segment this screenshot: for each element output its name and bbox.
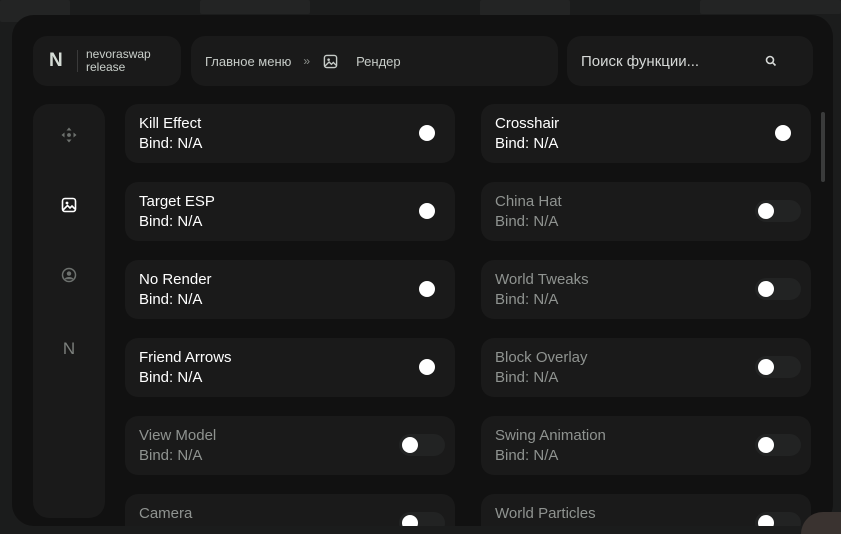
module-bind[interactable]: Bind: N/A <box>139 135 202 152</box>
module-name: Target ESP <box>139 193 215 210</box>
module-toggle[interactable] <box>395 200 441 222</box>
module-bind[interactable]: Bind: N/A <box>495 291 558 308</box>
module-card[interactable]: World Particles Bind: N/A <box>481 494 811 526</box>
module-toggle[interactable] <box>755 434 801 456</box>
search-box <box>567 36 813 86</box>
toggle-knob <box>419 203 435 219</box>
module-name: Camera <box>139 505 193 522</box>
logo-box: N nevoraswap release <box>33 36 181 86</box>
sidebar-item-player[interactable] <box>53 261 85 293</box>
breadcrumb: Главное меню » Рендер <box>191 36 558 86</box>
module-toggle[interactable] <box>755 278 801 300</box>
sidebar-item-render[interactable] <box>53 191 85 223</box>
module-card[interactable]: China Hat Bind: N/A <box>481 182 811 241</box>
module-bind[interactable]: Bind: N/A <box>495 369 558 386</box>
module-bind[interactable]: Bind: N/A <box>495 447 558 464</box>
sidebar-item-other[interactable]: N <box>53 333 85 365</box>
module-card[interactable]: Camera Bind: N/A <box>125 494 455 526</box>
toggle-knob <box>419 281 435 297</box>
module-toggle[interactable] <box>395 356 441 378</box>
toggle-knob <box>775 125 791 141</box>
background-tile <box>200 0 310 14</box>
module-toggle[interactable] <box>399 512 445 526</box>
module-name: Friend Arrows <box>139 349 232 366</box>
toggle-knob <box>419 125 435 141</box>
module-card[interactable]: Crosshair Bind: N/A <box>481 104 811 163</box>
breadcrumb-home[interactable]: Главное меню <box>205 54 291 69</box>
module-card[interactable]: Friend Arrows Bind: N/A <box>125 338 455 397</box>
module-name: View Model <box>139 427 217 444</box>
module-card[interactable]: Swing Animation Bind: N/A <box>481 416 811 475</box>
module-card[interactable]: No Render Bind: N/A <box>125 260 455 319</box>
module-toggle[interactable] <box>755 512 801 526</box>
module-bind[interactable]: Bind: N/A <box>139 525 202 526</box>
logo-edition: release <box>86 60 126 74</box>
module-toggle[interactable] <box>755 356 801 378</box>
module-card[interactable]: World Tweaks Bind: N/A <box>481 260 811 319</box>
module-bind[interactable]: Bind: N/A <box>495 135 558 152</box>
module-toggle[interactable] <box>751 122 797 144</box>
background-tile <box>700 0 841 14</box>
toggle-knob <box>402 437 418 453</box>
toggle-knob <box>758 281 774 297</box>
sidebar: N <box>33 104 105 518</box>
module-name: No Render <box>139 271 212 288</box>
toggle-knob <box>402 515 418 526</box>
logo-divider <box>77 50 78 72</box>
logo-text: nevoraswap release <box>86 48 151 74</box>
module-card[interactable]: View Model Bind: N/A <box>125 416 455 475</box>
breadcrumb-current: Рендер <box>356 53 401 69</box>
breadcrumb-separator: » <box>303 54 311 68</box>
image-icon <box>61 197 77 218</box>
module-bind[interactable]: Bind: N/A <box>139 369 202 386</box>
module-toggle[interactable] <box>755 200 801 222</box>
module-name: Kill Effect <box>139 115 202 132</box>
module-card[interactable]: Block Overlay Bind: N/A <box>481 338 811 397</box>
module-bind[interactable]: Bind: N/A <box>139 213 202 230</box>
module-card[interactable]: Target ESP Bind: N/A <box>125 182 455 241</box>
background-tile <box>480 0 570 16</box>
module-bind[interactable]: Bind: N/A <box>139 447 202 464</box>
user-circle-icon <box>61 267 77 288</box>
module-toggle[interactable] <box>399 434 445 456</box>
module-bind[interactable]: Bind: N/A <box>495 525 558 526</box>
module-bind[interactable]: Bind: N/A <box>139 291 202 308</box>
module-bind[interactable]: Bind: N/A <box>495 213 558 230</box>
scrollbar-thumb[interactable] <box>821 112 825 182</box>
module-name: Block Overlay <box>495 349 588 366</box>
module-name: China Hat <box>495 193 562 210</box>
n-logo-icon: N <box>62 339 76 358</box>
module-name: World Particles <box>495 505 596 522</box>
image-icon <box>322 53 338 69</box>
sidebar-item-movement[interactable] <box>53 121 85 153</box>
module-name: World Tweaks <box>495 271 589 288</box>
module-toggle[interactable] <box>395 278 441 300</box>
module-card[interactable]: Kill Effect Bind: N/A <box>125 104 455 163</box>
toggle-knob <box>419 359 435 375</box>
search-input[interactable] <box>581 52 761 70</box>
toggle-knob <box>758 359 774 375</box>
main-panel: N nevoraswap release Главное меню » Ренд… <box>12 15 833 526</box>
search-icon[interactable] <box>765 54 779 68</box>
toggle-knob <box>758 437 774 453</box>
module-toggle[interactable] <box>395 122 441 144</box>
module-name: Swing Animation <box>495 427 606 444</box>
module-name: Crosshair <box>495 115 560 132</box>
logo-letter: N <box>49 50 63 71</box>
move-icon <box>61 127 77 148</box>
toggle-knob <box>758 515 774 526</box>
toggle-knob <box>758 203 774 219</box>
